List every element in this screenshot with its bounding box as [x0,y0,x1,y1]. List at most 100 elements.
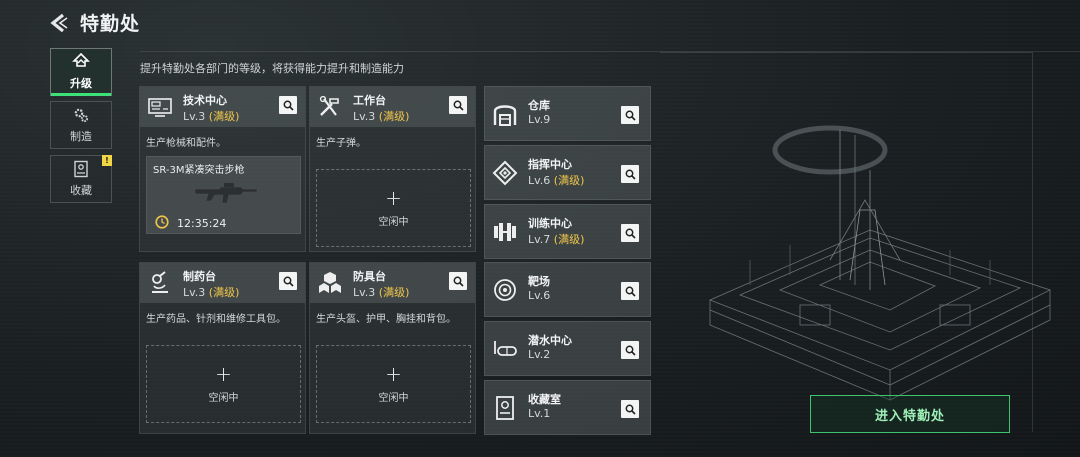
search-icon [625,345,636,356]
facility-description: 生产子弹。 [316,138,366,149]
headquarters-building-illustration [708,125,1052,401]
tools-icon [319,95,339,116]
facility-name: 潜水中心 [528,334,572,347]
facility-name: 防具台 [353,270,386,283]
warehouse-icon [493,105,517,126]
max-level-tag: (满级) [208,286,240,299]
search-button[interactable] [621,165,639,183]
max-level-tag: (满级) [378,286,410,299]
facility-description: 生产枪械和配件。 [146,138,226,149]
upgrade-icon [72,53,90,67]
max-level-tag: (满级) [553,174,585,187]
facility-name: 技术中心 [183,94,227,107]
search-icon [625,110,636,121]
search-icon [283,100,294,111]
search-button[interactable] [621,106,639,124]
facility-name: 收藏室 [528,393,561,406]
microscope-icon [152,271,168,293]
gear-icon [74,108,89,123]
facility-level: Lv.3 (满级) [183,286,240,299]
armor-blocks-icon [319,272,341,293]
facility-card-shooting-range[interactable]: 靶场 Lv.6 [484,262,651,317]
facility-card-diving-center[interactable]: 潜水中心 Lv.2 [484,321,651,376]
sidebar-tab-label: 收藏 [70,184,92,197]
search-button[interactable] [279,96,297,114]
header: 特勤处 [0,0,1080,44]
facility-card-collection-room[interactable]: 收藏室 Lv.1 [484,380,651,435]
search-icon [625,228,636,239]
frame-divider [660,52,1032,53]
display-case-icon [496,396,514,420]
computer-icon [148,98,172,117]
search-icon [625,169,636,180]
facility-level: Lv.3 (满级) [353,110,410,123]
idle-label: 空闲中 [208,392,239,404]
page-title: 特勤处 [80,13,141,35]
search-icon [453,100,464,111]
collection-icon [74,160,88,178]
search-button[interactable] [449,96,467,114]
facility-level: Lv.9 [528,113,551,126]
search-icon [283,276,294,287]
facility-level: Lv.6 (满级) [528,174,585,187]
idle-production-slot[interactable]: + 空闲中 [146,345,301,423]
facility-name: 仓库 [528,99,550,112]
facility-level: Lv.3 (满级) [183,110,240,123]
search-icon [453,276,464,287]
page-subtitle: 提升特勤处各部门的等级，将获得能力提升和制造能力 [140,62,404,75]
search-button[interactable] [621,282,639,300]
idle-label: 空闲中 [378,216,409,228]
idle-production-slot[interactable]: + 空闲中 [316,169,471,247]
sidebar-tab-label: 升级 [70,77,92,90]
sidebar-tab-collection[interactable]: 收藏 ! [50,155,112,203]
facility-card-command-center[interactable]: 指挥中心 Lv.6 (满级) [484,145,651,200]
search-button[interactable] [621,341,639,359]
max-level-tag: (满级) [378,110,410,123]
search-button[interactable] [621,400,639,418]
search-button[interactable] [621,224,639,242]
idle-label: 空闲中 [378,392,409,404]
sidebar-tab-craft[interactable]: 制造 [50,101,112,149]
plus-icon: + [215,361,232,386]
target-icon [494,279,516,301]
facility-card-pharmacy[interactable]: 制药台 Lv.3 (满级) 生产药品、针剂和维修工具包。 + 空闲中 [139,262,306,434]
idle-production-slot[interactable]: + 空闲中 [316,345,471,423]
enter-headquarters-button[interactable]: 进入特勤处 [810,395,1010,433]
diving-mask-icon [494,341,517,356]
timer-icon [155,215,169,229]
sidebar-tab-label: 制造 [70,130,92,143]
plus-icon: + [385,361,402,386]
search-button[interactable] [279,272,297,290]
rifle-icon [194,183,258,204]
facility-name: 训练中心 [528,217,572,230]
facility-card-warehouse[interactable]: 仓库 Lv.9 [484,86,651,141]
facility-description: 生产药品、针剂和维修工具包。 [146,314,286,325]
search-icon [625,404,636,415]
facility-name: 靶场 [528,275,550,288]
facility-name: 工作台 [353,94,386,107]
facility-level: Lv.7 (满级) [528,233,585,246]
search-icon [625,286,636,297]
production-timer: 12:35:24 [177,217,227,230]
plus-icon: + [385,185,402,210]
facility-level: Lv.6 [528,289,551,302]
dumbbell-icon [494,223,516,241]
command-chip-icon [492,160,518,186]
facility-card-tech-center[interactable]: 技术中心 Lv.3 (满级) 生产枪械和配件。 SR-3M紧凑突击步枪 12:3… [139,86,306,252]
facility-level: Lv.1 [528,407,551,420]
facility-description: 生产头盔、护甲、胸挂和背包。 [316,314,456,325]
facility-card-armor-bench[interactable]: 防具台 Lv.3 (满级) 生产头盔、护甲、胸挂和背包。 + 空闲中 [309,262,476,434]
facility-name: 指挥中心 [528,158,572,171]
facility-card-workbench[interactable]: 工作台 Lv.3 (满级) 生产子弹。 + 空闲中 [309,86,476,252]
notification-badge: ! [102,155,112,166]
search-button[interactable] [449,272,467,290]
max-level-tag: (满级) [553,233,585,246]
facility-name: 制药台 [183,270,216,283]
facility-level: Lv.3 (满级) [353,286,410,299]
facility-level: Lv.2 [528,348,551,361]
production-item-name: SR-3M紧凑突击步枪 [153,165,245,176]
back-arrow-icon[interactable] [48,12,70,34]
facility-card-training-center[interactable]: 训练中心 Lv.7 (满级) [484,204,651,259]
sidebar-tab-upgrade[interactable]: 升级 [50,48,112,96]
production-slot[interactable]: SR-3M紧凑突击步枪 12:35:24 [146,156,301,234]
